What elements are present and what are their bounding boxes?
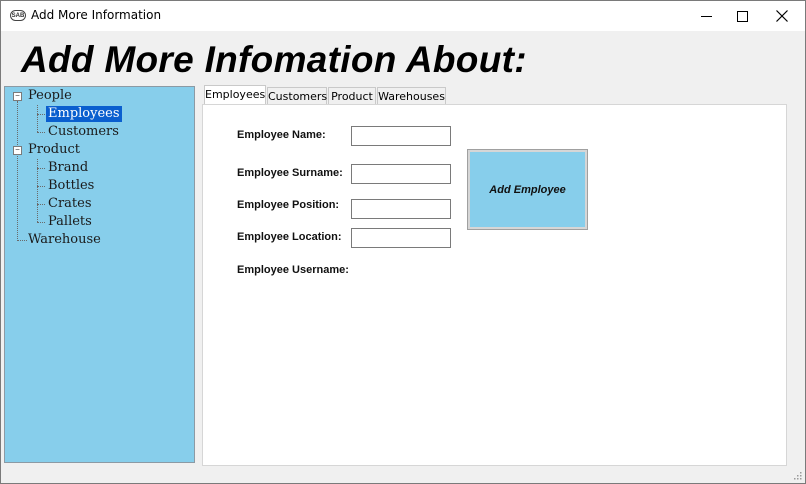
maximize-button[interactable]	[720, 1, 764, 31]
collapse-people-icon[interactable]: −	[13, 92, 22, 101]
tree-node-brand[interactable]: Brand	[48, 160, 88, 176]
resize-grip-icon[interactable]	[792, 470, 802, 480]
tree-line	[37, 186, 45, 187]
tree-line	[17, 101, 18, 241]
employee-location-label: Employee Location:	[237, 231, 342, 243]
tree-line	[37, 105, 38, 132]
close-icon	[776, 10, 788, 22]
employee-surname-label: Employee Surname:	[237, 167, 343, 179]
employee-username-label: Employee Username:	[237, 264, 349, 276]
tree-line	[37, 222, 45, 223]
collapse-product-icon[interactable]: −	[13, 146, 22, 155]
tree-line	[17, 240, 27, 241]
window-title: Add More Information	[31, 8, 162, 22]
title-bar: SAB Add More Information	[1, 1, 805, 31]
tree-node-pallets[interactable]: Pallets	[48, 214, 92, 230]
maximize-icon	[736, 10, 748, 22]
tree-node-employees[interactable]: Employees	[46, 106, 122, 122]
add-employee-button[interactable]: Add Employee	[467, 149, 588, 230]
minimize-icon	[700, 15, 712, 17]
app-window: SAB Add More Information Add More Infoma…	[0, 0, 806, 484]
tree-node-customers[interactable]: Customers	[48, 124, 119, 140]
employee-position-input[interactable]	[351, 199, 451, 219]
tree-node-product[interactable]: Product	[28, 142, 80, 158]
tree-line	[37, 168, 45, 169]
employee-surname-input[interactable]	[351, 164, 451, 184]
tree-line	[37, 204, 45, 205]
category-tree[interactable]: − People Employees Customers − Product B…	[4, 86, 195, 463]
tab-customers[interactable]: Customers	[267, 87, 327, 104]
tab-warehouses[interactable]: Warehouses	[377, 87, 446, 104]
employee-position-label: Employee Position:	[237, 199, 340, 211]
tree-node-people[interactable]: People	[28, 88, 72, 104]
tree-node-bottles[interactable]: Bottles	[48, 178, 94, 194]
tree-line	[37, 114, 45, 115]
tab-product[interactable]: Product	[328, 87, 376, 104]
tree-line	[37, 132, 45, 133]
page-heading: Add More Infomation About:	[21, 39, 527, 80]
app-icon: SAB	[10, 10, 26, 21]
tree-node-warehouse[interactable]: Warehouse	[28, 232, 101, 248]
employee-name-label: Employee Name:	[237, 129, 326, 141]
close-button[interactable]	[760, 1, 804, 31]
tab-employees[interactable]: Employees	[204, 85, 266, 104]
tree-node-crates[interactable]: Crates	[48, 196, 92, 212]
employee-name-input[interactable]	[351, 126, 451, 146]
employee-location-input[interactable]	[351, 228, 451, 248]
